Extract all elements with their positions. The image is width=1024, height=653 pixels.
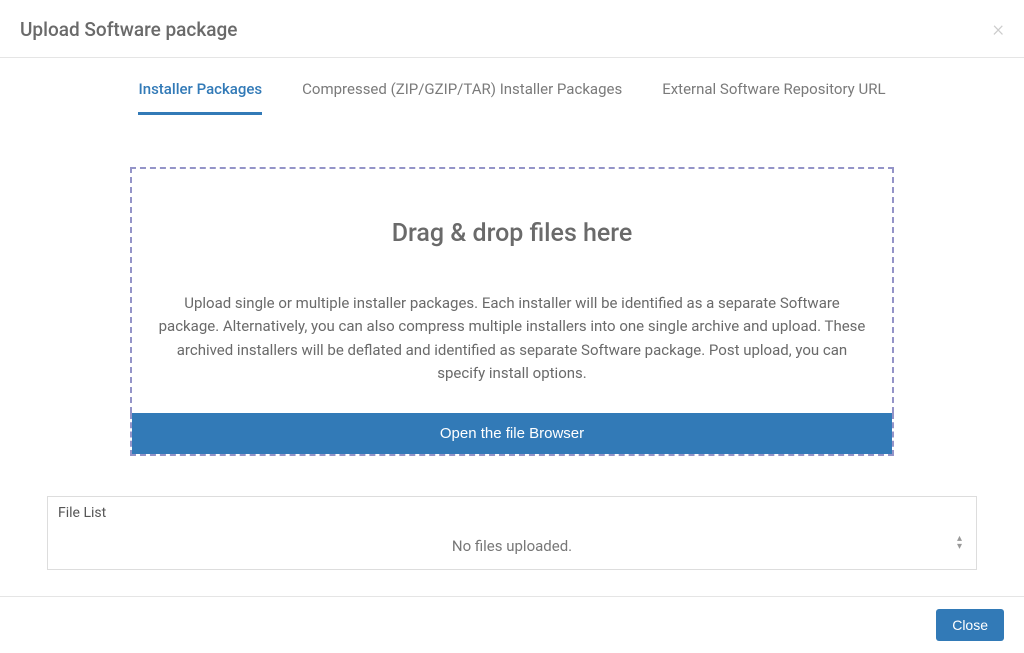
- browse-button-wrap: Open the file Browser: [130, 413, 894, 456]
- dropzone-wrapper: Drag & drop files here Upload single or …: [130, 167, 894, 456]
- file-list-body: No files uploaded. ▴ ▾: [58, 527, 966, 559]
- content-area: Drag & drop files here Upload single or …: [0, 167, 1024, 570]
- tab-compressed-packages[interactable]: Compressed (ZIP/GZIP/TAR) Installer Pack…: [302, 80, 622, 115]
- tab-external-repository[interactable]: External Software Repository URL: [662, 80, 885, 115]
- file-list-empty-message: No files uploaded.: [452, 537, 572, 555]
- modal-header: Upload Software package ×: [0, 0, 1024, 58]
- tab-installer-packages[interactable]: Installer Packages: [138, 80, 262, 115]
- chevron-down-icon: ▾: [957, 543, 962, 551]
- dropzone[interactable]: Drag & drop files here Upload single or …: [130, 167, 894, 413]
- close-button[interactable]: Close: [936, 609, 1004, 641]
- modal-footer: Close: [0, 596, 1024, 653]
- modal-title: Upload Software package: [20, 18, 237, 41]
- file-list-box: File List No files uploaded. ▴ ▾: [47, 496, 977, 570]
- tabs-container: Installer Packages Compressed (ZIP/GZIP/…: [0, 58, 1024, 115]
- stepper-icon[interactable]: ▴ ▾: [957, 535, 962, 551]
- file-list-label: File List: [58, 505, 966, 521]
- open-file-browser-button[interactable]: Open the file Browser: [132, 413, 892, 454]
- dropzone-title: Drag & drop files here: [156, 219, 868, 248]
- dropzone-description: Upload single or multiple installer pack…: [156, 292, 868, 385]
- close-icon[interactable]: ×: [992, 19, 1004, 41]
